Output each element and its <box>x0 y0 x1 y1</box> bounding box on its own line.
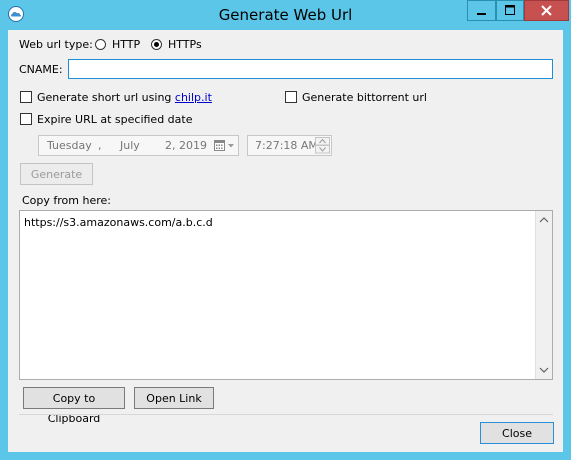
bittorrent-label[interactable]: Generate bittorrent url <box>302 91 427 104</box>
calendar-icon[interactable] <box>214 140 236 155</box>
title-bar[interactable]: Generate Web Url <box>0 0 571 30</box>
minimize-button[interactable] <box>467 0 496 21</box>
output-textarea[interactable]: https://s3.amazonaws.com/a.b.c.d <box>19 210 553 380</box>
chilp-link[interactable]: chilp.it <box>175 91 212 104</box>
url-type-label: Web url type: <box>19 38 93 51</box>
http-radio[interactable] <box>95 39 106 50</box>
cname-input[interactable] <box>68 59 553 79</box>
dialog-body: Web url type: HTTP HTTPs CNAME: Generate… <box>8 30 563 452</box>
minimize-icon <box>477 13 486 15</box>
date-month: July <box>120 139 140 152</box>
expire-label[interactable]: Expire URL at specified date <box>37 113 192 126</box>
separator <box>19 414 553 415</box>
https-radio[interactable] <box>151 39 162 50</box>
bittorrent-checkbox[interactable] <box>285 91 297 103</box>
time-value: 7:27:18 AM <box>255 139 318 152</box>
date-weekday: Tuesday <box>47 139 92 152</box>
close-window-button[interactable] <box>524 0 569 21</box>
date-day-year: 2, 2019 <box>165 139 207 152</box>
time-spinner[interactable] <box>315 137 330 157</box>
maximize-icon <box>505 5 515 15</box>
cname-label: CNAME: <box>19 63 63 76</box>
open-link-button[interactable]: Open Link <box>134 387 214 409</box>
short-url-label[interactable]: Generate short url using chilp.it <box>37 91 212 104</box>
copy-to-clipboard-button[interactable]: Copy to Clipboard <box>23 387 125 425</box>
short-url-checkbox[interactable] <box>20 91 32 103</box>
expire-checkbox[interactable] <box>20 113 32 125</box>
output-label: Copy from here: <box>22 194 111 207</box>
output-text: https://s3.amazonaws.com/a.b.c.d <box>24 216 213 229</box>
generate-button[interactable]: Generate <box>20 163 93 185</box>
short-url-text: Generate short url using <box>37 91 172 104</box>
scrollbar-arrows <box>539 217 549 373</box>
maximize-button[interactable] <box>496 0 524 21</box>
time-picker[interactable]: 7:27:18 AM <box>247 135 332 156</box>
date-picker[interactable]: Tuesday , July 2, 2019 <box>38 135 239 156</box>
http-radio-label[interactable]: HTTP <box>112 38 140 51</box>
output-scrollbar[interactable] <box>535 211 552 379</box>
close-button[interactable]: Close <box>480 422 554 444</box>
date-separator: , <box>98 139 102 152</box>
https-radio-label[interactable]: HTTPs <box>168 38 202 51</box>
dialog-window: Generate Web Url Web url type: HTTP HTTP… <box>0 0 571 460</box>
close-icon <box>541 5 552 16</box>
